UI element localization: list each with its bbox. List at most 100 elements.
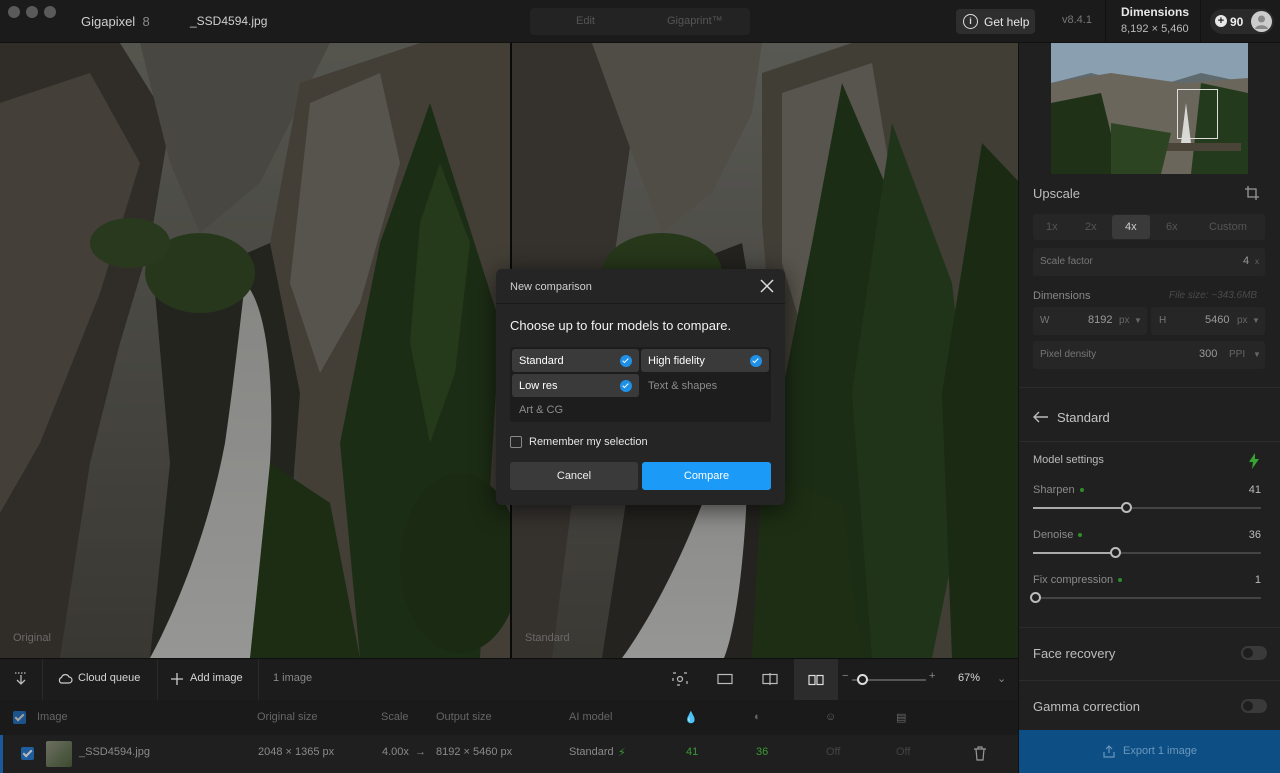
- noise-icon: ◐: [754, 711, 761, 723]
- chevron-down-icon: ▼: [1252, 316, 1260, 325]
- split-view-icon[interactable]: [762, 672, 778, 686]
- credits-badge[interactable]: + 90: [1210, 9, 1274, 34]
- model-option-high-fidelity[interactable]: High fidelity: [641, 349, 769, 372]
- zoom-in-icon[interactable]: +: [929, 670, 935, 682]
- scale-option-custom[interactable]: Custom: [1209, 221, 1247, 233]
- gamma-correction-toggle[interactable]: [1241, 699, 1267, 713]
- scale-factor-field[interactable]: Scale factor 4 x: [1033, 248, 1265, 276]
- select-all-checkbox[interactable]: [13, 711, 26, 724]
- slider-handle[interactable]: [1030, 592, 1042, 603]
- scale-selector: 1x 2x 4x 6x Custom: [1033, 214, 1265, 240]
- side-by-side-view-button[interactable]: [794, 659, 838, 701]
- tab-edit[interactable]: Edit: [576, 15, 595, 27]
- check-icon: [750, 355, 762, 367]
- slider-label: Fix compression: [1033, 574, 1114, 586]
- close-window-button[interactable]: [8, 6, 20, 18]
- compare-button[interactable]: Compare: [642, 462, 771, 490]
- toolbar-divider: [42, 659, 43, 701]
- slider-handle[interactable]: [1121, 502, 1133, 513]
- pixel-density-field[interactable]: Pixel density 300 PPI ▼: [1033, 341, 1265, 369]
- arrow-left-icon: [1033, 411, 1048, 423]
- dialog-header: New comparison: [496, 269, 785, 304]
- title-bar: Gigapixel 8 _SSD4594.jpg Edit Gigaprint™…: [0, 0, 1280, 43]
- section-divider: [1019, 680, 1280, 681]
- slider-label-row: Denoise: [1033, 529, 1083, 541]
- status-dot: [1079, 488, 1084, 493]
- remember-selection-checkbox[interactable]: [510, 436, 522, 448]
- focus-icon[interactable]: [672, 672, 688, 686]
- model-settings-title: Model settings: [1033, 454, 1104, 466]
- remember-selection-label[interactable]: Remember my selection: [529, 436, 648, 448]
- column-ai-model: AI model: [569, 711, 613, 723]
- tab-gigaprint[interactable]: Gigaprint™: [667, 15, 723, 27]
- row-checkbox[interactable]: [21, 747, 34, 760]
- model-option-text-shapes[interactable]: Text & shapes: [641, 374, 769, 397]
- slider-label: Denoise: [1033, 529, 1074, 541]
- status-dot: [1078, 533, 1083, 538]
- new-comparison-dialog: New comparison Choose up to four models …: [496, 269, 785, 505]
- scale-option-1x[interactable]: 1x: [1046, 221, 1058, 233]
- slider-label: Sharpen: [1033, 484, 1075, 496]
- column-scale: Scale: [381, 711, 409, 723]
- model-option-standard[interactable]: Standard: [512, 349, 639, 372]
- column-output-size: Output size: [436, 711, 492, 723]
- chevron-down-icon[interactable]: ⌄: [997, 672, 1006, 685]
- width-field[interactable]: W 8192 px ▼: [1033, 307, 1147, 335]
- bolt-icon[interactable]: [1248, 453, 1260, 469]
- slider-value: 41: [1248, 484, 1261, 496]
- scale-option-6x[interactable]: 6x: [1166, 221, 1178, 233]
- version-label: v8.4.1: [1062, 14, 1092, 26]
- cloud-icon: [58, 674, 73, 684]
- maximize-window-button[interactable]: [44, 6, 56, 18]
- avatar[interactable]: [1251, 11, 1272, 32]
- export-button[interactable]: Export 1 image: [1019, 730, 1280, 773]
- toolbar-divider: [258, 659, 259, 701]
- right-sidebar: Upscale 1x 2x 4x 6x Custom Scale factor …: [1018, 43, 1280, 773]
- row-face-recovery: Off: [826, 746, 841, 758]
- face-icon: ☺: [825, 711, 837, 723]
- scale-option-4x[interactable]: 4x: [1125, 221, 1137, 233]
- crop-icon[interactable]: [1245, 186, 1259, 200]
- model-options: Standard High fidelity Low res Text & sh…: [510, 347, 771, 422]
- slider-track[interactable]: [1033, 547, 1261, 558]
- slider-value: 36: [1248, 529, 1261, 541]
- cancel-button[interactable]: Cancel: [510, 462, 638, 490]
- dialog-subtitle: Choose up to four models to compare.: [510, 318, 732, 333]
- model-option-art-cg[interactable]: Art & CG: [512, 398, 639, 421]
- slider-track[interactable]: [1033, 502, 1261, 513]
- model-option-low-res[interactable]: Low res: [512, 374, 639, 397]
- back-to-models-button[interactable]: Standard: [1033, 409, 1123, 427]
- drop-icon: 💧: [684, 712, 698, 724]
- height-field[interactable]: H 5460 px ▼: [1151, 307, 1265, 335]
- zoom-value[interactable]: 67%: [958, 672, 980, 684]
- section-divider: [1019, 627, 1280, 628]
- close-icon[interactable]: [759, 278, 775, 294]
- row-scale: 4.00x: [382, 746, 409, 758]
- import-icon[interactable]: [13, 672, 29, 686]
- navigator-viewport[interactable]: [1177, 89, 1218, 139]
- chevron-down-icon: ▼: [1253, 350, 1261, 359]
- add-image-button[interactable]: Add image: [190, 672, 243, 684]
- gamma-correction-label: Gamma correction: [1033, 699, 1140, 714]
- minimize-window-button[interactable]: [26, 6, 38, 18]
- face-recovery-toggle[interactable]: [1241, 646, 1267, 660]
- slider-track[interactable]: [1030, 592, 1261, 603]
- mode-switch: Edit Gigaprint™: [530, 8, 750, 35]
- cloud-queue-button[interactable]: Cloud queue: [78, 672, 140, 684]
- trash-icon[interactable]: [973, 746, 987, 761]
- navigator-thumbnail[interactable]: [1051, 43, 1248, 174]
- zoom-out-icon[interactable]: −: [842, 670, 848, 682]
- table-row[interactable]: _SSD4594.jpg 2048 × 1365 px 4.00x → 8192…: [0, 735, 1018, 773]
- scale-option-2x[interactable]: 2x: [1085, 221, 1097, 233]
- column-image: Image: [37, 711, 68, 723]
- row-output-size: 8192 × 5460 px: [436, 746, 513, 758]
- dialog-title: New comparison: [510, 281, 592, 293]
- row-original-size: 2048 × 1365 px: [258, 746, 335, 758]
- get-help-button[interactable]: i Get help: [956, 9, 1035, 34]
- zoom-slider-handle[interactable]: [857, 674, 868, 685]
- single-view-icon[interactable]: [717, 672, 733, 686]
- slider-handle[interactable]: [1110, 547, 1122, 558]
- check-icon: [620, 355, 632, 367]
- side-by-side-icon: [808, 674, 824, 686]
- model-name: Standard: [1057, 410, 1110, 425]
